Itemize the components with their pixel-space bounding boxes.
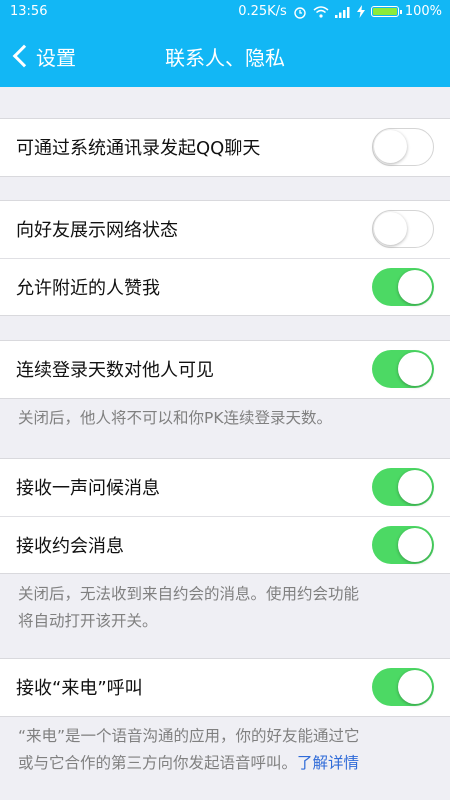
- row-nearby-like[interactable]: 允许附近的人赞我: [0, 258, 450, 315]
- battery-level: 100%: [404, 4, 442, 19]
- date-note-line-1: 关闭后，无法收到来自约会的消息。使用约会功能: [18, 585, 360, 603]
- alarm-icon: [294, 6, 306, 19]
- login-days-note: 关闭后，他人将不可以和你PK连续登录天数。: [18, 409, 333, 427]
- group-login-days: 连续登录天数对他人可见: [0, 340, 450, 399]
- page-title: 联系人、隐私: [165, 46, 285, 70]
- row-label: 连续登录天数对他人可见: [16, 360, 214, 381]
- row-label: 接收约会消息: [16, 536, 124, 557]
- group-messages: 接收一声问候消息 接收约会消息: [0, 458, 450, 574]
- status-time: 13:56: [10, 4, 48, 19]
- call-note-line-2: 或与它合作的第三方向你发起语音呼叫。: [18, 754, 298, 772]
- call-note: “来电”是一个语音沟通的应用，你的好友能通过它 或与它合作的第三方向你发起语音呼…: [18, 723, 436, 777]
- greeting-toggle[interactable]: [372, 468, 434, 506]
- wifi-icon: [313, 6, 329, 18]
- row-contacts-qq[interactable]: 可通过系统通讯录发起QQ聊天: [0, 119, 450, 176]
- net-speed: 0.25K/s: [238, 4, 287, 19]
- row-label: 接收一声问候消息: [16, 478, 160, 499]
- row-greeting[interactable]: 接收一声问候消息: [0, 459, 450, 516]
- incoming-call-toggle[interactable]: [372, 668, 434, 706]
- row-label: 向好友展示网络状态: [16, 220, 178, 241]
- learn-more-link[interactable]: 了解详情: [297, 754, 359, 772]
- group-visibility: 向好友展示网络状态 允许附近的人赞我: [0, 200, 450, 316]
- row-label: 允许附近的人赞我: [16, 278, 160, 299]
- signal-icon: [334, 6, 350, 18]
- online-status-toggle[interactable]: [372, 210, 434, 248]
- row-incoming-call[interactable]: 接收“来电”呼叫: [0, 659, 450, 716]
- status-bar: 13:56 0.25K/s 100%: [0, 0, 450, 25]
- row-label: 接收“来电”呼叫: [16, 678, 143, 699]
- charging-icon: [356, 5, 365, 18]
- group-call: 接收“来电”呼叫: [0, 658, 450, 717]
- battery-icon: [370, 6, 402, 17]
- date-note: 关闭后，无法收到来自约会的消息。使用约会功能 将自动打开该开关。: [18, 581, 436, 635]
- call-note-line-2-wrap: 或与它合作的第三方向你发起语音呼叫。了解详情: [18, 750, 436, 777]
- row-online-status[interactable]: 向好友展示网络状态: [0, 201, 450, 258]
- row-login-days[interactable]: 连续登录天数对他人可见: [0, 341, 450, 398]
- row-label: 可通过系统通讯录发起QQ聊天: [16, 138, 261, 159]
- call-note-line-1: “来电”是一个语音沟通的应用，你的好友能通过它: [18, 727, 360, 745]
- nearby-like-toggle[interactable]: [372, 268, 434, 306]
- row-date-msg[interactable]: 接收约会消息: [0, 516, 450, 573]
- date-note-line-2: 将自动打开该开关。: [18, 612, 158, 630]
- contacts-qq-toggle[interactable]: [372, 128, 434, 166]
- login-days-toggle[interactable]: [372, 350, 434, 388]
- group-contacts: 可通过系统通讯录发起QQ聊天: [0, 118, 450, 177]
- date-msg-toggle[interactable]: [372, 526, 434, 564]
- nav-bar: 设置 联系人、隐私: [0, 25, 450, 87]
